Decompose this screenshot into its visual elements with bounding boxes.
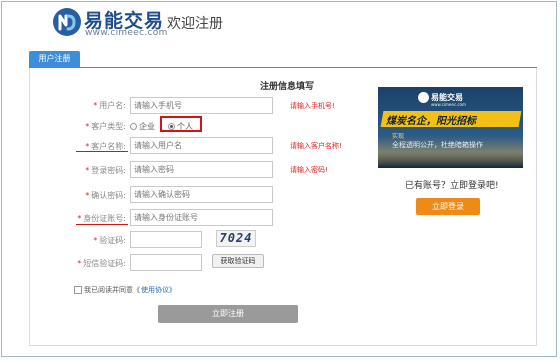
radio-dot[interactable] [130,123,137,130]
confirm-password-input[interactable] [130,186,273,203]
highlight-underline [76,224,128,225]
brand-url: www.cimeec.com [85,28,168,38]
required-marker: * [85,191,90,200]
id-number-label: * 身份证账号: [77,214,126,223]
required-marker: * [93,236,98,245]
ad-slogan: 煤炭名企，阳光招标 [386,116,476,127]
agreement-checkbox[interactable] [74,286,82,294]
ad-sub-tag: 实现 [392,133,405,140]
captcha-image[interactable]: 7024 [216,230,256,247]
ad-logo-icon [418,92,429,103]
ad-url: www.cimeec.com [431,102,466,107]
highlight-box [160,116,202,132]
get-sms-code-button[interactable]: 获取验证码 [212,254,264,268]
sms-code-input[interactable] [130,254,202,271]
form-title: 注册信息填写 [260,82,315,92]
tab-user-register[interactable]: 用户注册 [29,51,80,67]
password-input[interactable] [130,161,273,178]
confirm-password-label: * 确认密码: [85,191,126,200]
customer-type-label: * 客户类型: [85,122,126,131]
customer-name-input[interactable] [130,137,273,154]
agreement-link[interactable]: 使用协议》 [141,285,176,295]
agreement-text: 我已阅读并同意《 [84,286,140,294]
ad-sub-text: 全程透明公开，杜绝暗箱操作 [392,141,483,149]
page-title: 欢迎注册 [167,16,223,32]
agreement-row: 我已阅读并同意《 使用协议》 [74,285,176,295]
username-hint: 请输入手机号! [290,102,335,110]
id-number-input[interactable] [130,209,273,226]
have-account-text: 已有账号？立即登录吧! [405,181,499,191]
highlight-underline [76,151,128,152]
captcha-input[interactable] [130,231,202,248]
captcha-label: * 验证码: [93,236,126,245]
ad-skyline [378,152,523,168]
required-marker: * [93,101,98,110]
login-button[interactable]: 立即登录 [416,198,480,215]
sms-code-label: * 短信验证码: [77,259,126,268]
password-label: * 登录密码: [85,166,126,175]
customer-name-hint: 请输入客户名称! [290,142,342,150]
ad-logo: 易能交易 www.cimeec.com [418,92,466,107]
password-hint: 请输入密码! [290,166,328,174]
brand-logo-icon [53,8,81,36]
register-submit-button[interactable]: 立即注册 [158,305,298,323]
radio-enterprise[interactable]: 企业 [130,121,155,132]
required-marker: * [77,259,82,268]
required-marker: * [85,142,90,151]
required-marker: * [85,122,90,131]
username-label: * 用户名: [93,101,126,110]
required-marker: * [85,166,90,175]
username-input[interactable] [130,97,273,114]
required-marker: * [77,214,82,223]
